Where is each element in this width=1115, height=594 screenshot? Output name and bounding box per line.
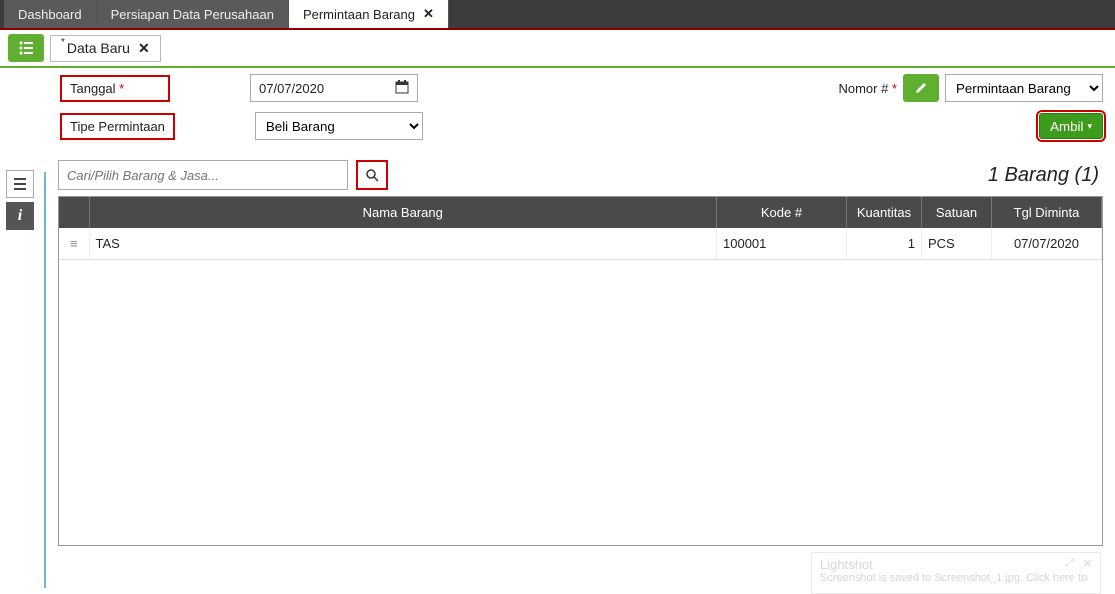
close-icon[interactable]: ✕	[138, 40, 150, 57]
required-marker: *	[892, 81, 897, 96]
label-nomor: Nomor # *	[838, 81, 897, 96]
cell-satuan: PCS	[922, 228, 992, 260]
dirty-marker: *	[61, 37, 65, 48]
label-text: Tipe Permintaan	[70, 119, 165, 134]
lightshot-title: Lightshot	[820, 557, 1092, 572]
table-header: Nama Barang Kode # Kuantitas Satuan Tgl …	[59, 197, 1102, 228]
search-icon	[365, 168, 379, 182]
tab-label: Permintaan Barang	[303, 7, 415, 22]
close-icon[interactable]: ✕	[1083, 557, 1092, 570]
tipe-permintaan-select[interactable]: Beli Barang	[255, 112, 423, 140]
row-handle-icon[interactable]: ≡	[59, 228, 89, 260]
tanggal-field[interactable]: 07/07/2020	[250, 74, 418, 102]
inner-tab-data-baru[interactable]: * Data Baru ✕	[50, 35, 161, 62]
col-tgl[interactable]: Tgl Diminta	[992, 197, 1102, 228]
label-text: Tanggal	[70, 81, 116, 96]
lightshot-toast: Lightshot Screenshot is saved to Screens…	[811, 552, 1101, 594]
tab-dashboard[interactable]: Dashboard	[4, 0, 97, 28]
cell-kode: 100001	[717, 228, 847, 260]
tanggal-value: 07/07/2020	[259, 81, 324, 96]
ambil-button[interactable]: Ambil ▾	[1039, 113, 1103, 139]
lightshot-message: Screenshot is saved to Screenshot_1.jpg.…	[820, 572, 1092, 584]
table-body: ≡TAS1000011PCS07/07/2020	[59, 228, 1102, 260]
label-tipe-permintaan: Tipe Permintaan	[60, 113, 175, 140]
nomor-select[interactable]: Permintaan Barang	[945, 74, 1103, 102]
col-kode[interactable]: Kode #	[717, 197, 847, 228]
required-marker: *	[119, 81, 124, 96]
ambil-label: Ambil	[1050, 119, 1083, 134]
col-kuantitas[interactable]: Kuantitas	[847, 197, 922, 228]
label-tanggal: Tanggal *	[60, 75, 170, 102]
search-input[interactable]	[58, 160, 348, 190]
items-table-wrap: Nama Barang Kode # Kuantitas Satuan Tgl …	[58, 196, 1103, 546]
side-icon-bar: i	[6, 170, 34, 230]
items-table: Nama Barang Kode # Kuantitas Satuan Tgl …	[59, 197, 1102, 260]
table-row[interactable]: ≡TAS1000011PCS07/07/2020	[59, 228, 1102, 260]
side-list-icon[interactable]	[6, 170, 34, 198]
chevron-down-icon: ▾	[1087, 121, 1092, 132]
close-icon[interactable]: ✕	[423, 6, 434, 22]
label-text: Nomor #	[838, 81, 888, 96]
inner-tabbar: * Data Baru ✕	[0, 30, 1115, 68]
pin-icon[interactable]: ⤢	[1065, 557, 1074, 570]
list-menu-button[interactable]	[8, 34, 44, 62]
col-handle	[59, 197, 89, 228]
cell-tgl: 07/07/2020	[992, 228, 1102, 260]
content-side-border	[44, 172, 46, 588]
search-button[interactable]	[356, 160, 388, 190]
tab-label: Dashboard	[18, 7, 82, 22]
tab-label: Persiapan Data Perusahaan	[111, 7, 274, 22]
col-satuan[interactable]: Satuan	[922, 197, 992, 228]
side-info-icon[interactable]: i	[6, 202, 34, 230]
form-area: Tanggal * 07/07/2020 Nomor # * Permintaa…	[0, 68, 1115, 160]
cell-kuantitas: 1	[847, 228, 922, 260]
item-count-label: 1 Barang (1)	[988, 164, 1103, 187]
edit-nomor-button[interactable]	[903, 74, 939, 102]
cell-nama: TAS	[89, 228, 717, 260]
tab-persiapan[interactable]: Persiapan Data Perusahaan	[97, 0, 289, 28]
search-row: 1 Barang (1)	[0, 160, 1115, 196]
col-nama[interactable]: Nama Barang	[89, 197, 717, 228]
tab-permintaan-barang[interactable]: Permintaan Barang ✕	[289, 0, 449, 28]
inner-tab-label: Data Baru	[67, 40, 130, 56]
main-tabbar: Dashboard Persiapan Data Perusahaan Perm…	[0, 0, 1115, 30]
calendar-icon[interactable]	[395, 80, 409, 97]
